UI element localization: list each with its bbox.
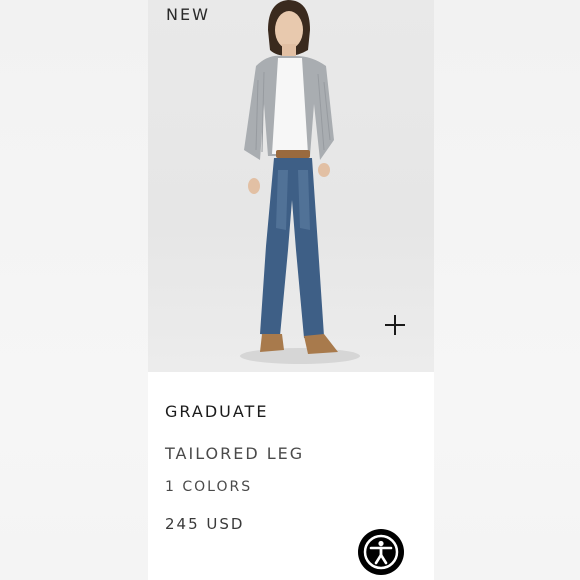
product-fit: TAILORED LEG: [165, 444, 305, 463]
product-image[interactable]: NEW: [148, 0, 434, 372]
product-price: 245 USD: [165, 515, 245, 533]
new-badge: NEW: [166, 5, 210, 24]
product-name[interactable]: GRADUATE: [165, 402, 268, 421]
product-colors-count: 1 COLORS: [165, 479, 253, 495]
background-left: [0, 0, 148, 580]
product-card[interactable]: NEW GRADUATE TAILORED LEG 1 COLORS 245 U…: [148, 0, 434, 580]
background-right: [434, 0, 580, 580]
accessibility-button[interactable]: [358, 529, 404, 575]
plus-icon[interactable]: [384, 314, 406, 336]
accessibility-icon: [363, 534, 399, 570]
